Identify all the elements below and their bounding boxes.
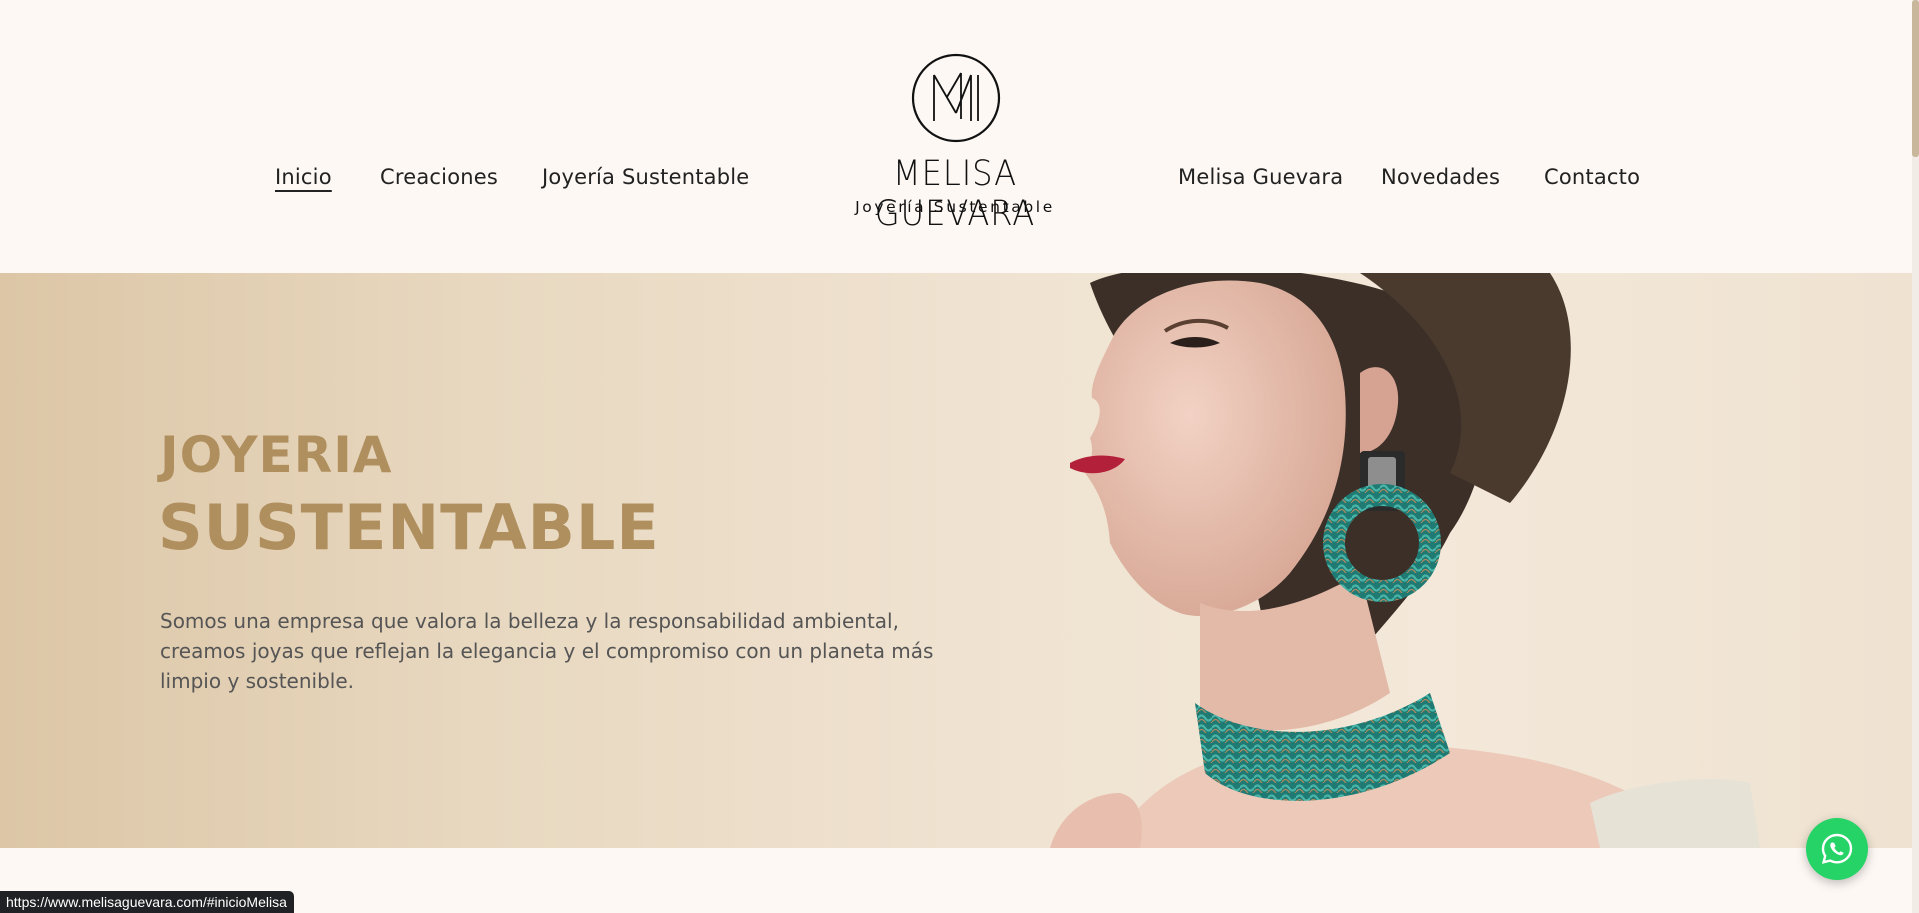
model-portrait-image [1050, 273, 1760, 848]
hero-banner: JOYERIA SUSTENTABLE Somos una empresa qu… [0, 273, 1912, 848]
nav-link-creaciones[interactable]: Creaciones [380, 165, 498, 189]
hero-title-line2: SUSTENTABLE [158, 491, 660, 564]
brand-logo[interactable]: MELISA GUEVARA Joyería Sustentable [810, 50, 1100, 234]
brand-name: MELISA GUEVARA [874, 154, 1036, 234]
brand-tagline: Joyería Sustentable [855, 198, 1055, 216]
scrollbar-thumb[interactable] [1912, 0, 1919, 157]
whatsapp-chat-button[interactable] [1806, 818, 1868, 880]
nav-link-novedades[interactable]: Novedades [1381, 165, 1500, 189]
browser-status-url: https://www.melisaguevara.com/#inicioMel… [0, 891, 294, 913]
nav-link-inicio[interactable]: Inicio [275, 165, 332, 189]
nav-link-joyeria-sustentable[interactable]: Joyería Sustentable [542, 165, 749, 189]
site-header: Inicio Creaciones Joyería Sustentable ME… [0, 0, 1912, 273]
nav-link-melisa-guevara[interactable]: Melisa Guevara [1178, 165, 1343, 189]
hero-title-line1: JOYERIA [160, 426, 393, 484]
nav-link-contacto[interactable]: Contacto [1544, 165, 1640, 189]
whatsapp-icon [1821, 833, 1853, 864]
page-scrollbar[interactable] [1912, 0, 1919, 913]
monogram-logo-icon [911, 53, 1001, 143]
hero-description: Somos una empresa que valora la belleza … [160, 609, 934, 693]
